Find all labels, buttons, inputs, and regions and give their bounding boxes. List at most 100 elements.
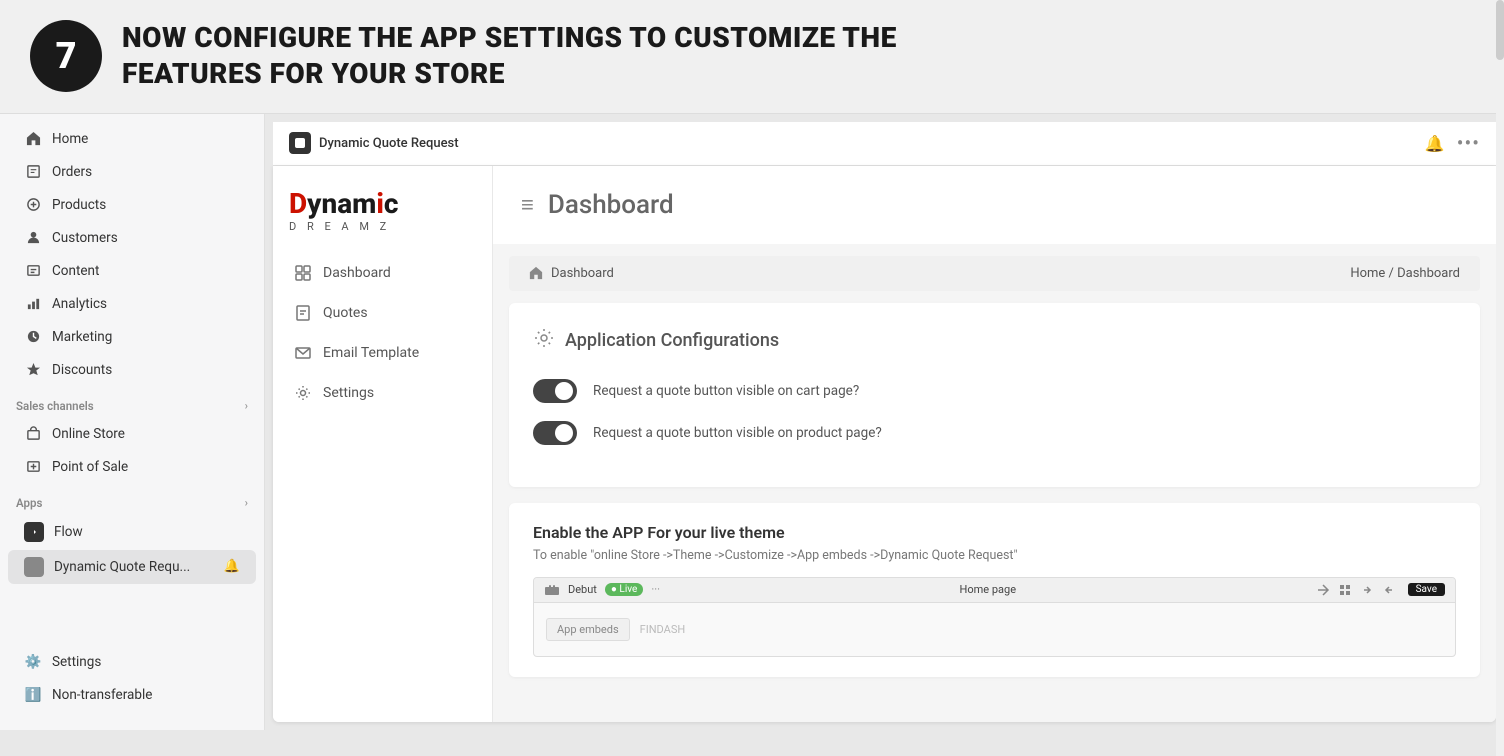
sidebar-item-dynamic-quote-label: Dynamic Quote Requ...: [54, 559, 190, 575]
sidebar-item-marketing-label: Marketing: [52, 329, 112, 345]
sidebar-item-analytics-label: Analytics: [52, 296, 107, 312]
logo-subtitle: D R E A M Z: [289, 220, 476, 233]
logo-ynamic: ynam: [307, 187, 376, 220]
sidebar-item-settings[interactable]: ⚙️ Settings: [8, 646, 256, 678]
shopify-sidebar: Home Orders Products Customers Content: [0, 114, 265, 730]
findash-label: FINDASH: [640, 623, 686, 636]
toggle-row-product: Request a quote button visible on produc…: [533, 421, 1456, 445]
nav-email-icon: [293, 343, 313, 363]
home-icon: [24, 130, 42, 148]
sidebar-item-pos-label: Point of Sale: [52, 459, 128, 475]
live-theme-card: Enable the APP For your live theme To en…: [509, 503, 1480, 677]
content-icon: [24, 262, 42, 280]
cart-toggle[interactable]: [533, 379, 577, 403]
breadcrumb-label: Dashboard: [551, 266, 614, 281]
apps-section: Apps ›: [0, 484, 264, 514]
save-button-preview: Save: [1408, 583, 1445, 596]
app-logo-small: [289, 132, 311, 154]
dashboard-header: ≡ Dashboard: [493, 166, 1496, 244]
sidebar-item-analytics[interactable]: Analytics: [8, 288, 256, 320]
instruction-text: NOW CONFIGURE THE APP SETTINGS TO CUSTOM…: [122, 20, 897, 93]
marketing-icon: [24, 328, 42, 346]
toggle-knob-product: [555, 424, 573, 442]
app-nav-quotes[interactable]: Quotes: [273, 293, 492, 333]
sidebar-item-home[interactable]: Home: [8, 123, 256, 155]
products-icon: [24, 196, 42, 214]
product-toggle[interactable]: [533, 421, 577, 445]
settings-icon: ⚙️: [24, 653, 42, 671]
sidebar-item-discounts-label: Discounts: [52, 362, 112, 378]
live-theme-title: Enable the APP For your live theme: [533, 523, 1456, 542]
config-header: Application Configurations: [533, 327, 1456, 355]
sidebar-item-orders-label: Orders: [52, 164, 92, 180]
step-circle: 7: [30, 20, 102, 92]
sidebar-item-non-transferable-label: Non-transferable: [52, 687, 152, 703]
app-nav-email-template[interactable]: Email Template: [273, 333, 492, 373]
discounts-icon: [24, 361, 42, 379]
live-theme-desc: To enable "online Store ->Theme ->Custom…: [533, 548, 1456, 563]
product-toggle-label: Request a quote button visible on produc…: [593, 425, 882, 441]
online-store-icon: [24, 425, 42, 443]
config-section-icon: [533, 327, 555, 355]
breadcrumb-left: Dashboard: [529, 266, 614, 281]
topbar-more-icon[interactable]: •••: [1457, 131, 1480, 155]
sidebar-item-flow[interactable]: Flow: [8, 515, 256, 549]
theme-preview: Debut ● Live ··· Home page Save App embe…: [533, 577, 1456, 657]
live-badge: ● Live: [605, 583, 643, 596]
nav-email-template-label: Email Template: [323, 345, 419, 361]
app-nav-settings[interactable]: Settings: [273, 373, 492, 413]
more-dots: ···: [651, 583, 660, 596]
sidebar-item-content[interactable]: Content: [8, 255, 256, 287]
app-sidebar: Dynamic D R E A M Z Dashboard Quotes: [273, 166, 493, 722]
main-layout: Home Orders Products Customers Content: [0, 114, 1504, 730]
sidebar-item-non-transferable[interactable]: ℹ️ Non-transferable: [8, 679, 256, 711]
config-card: Application Configurations Request a quo…: [509, 303, 1480, 487]
sidebar-item-customers-label: Customers: [52, 230, 118, 246]
pos-icon: [24, 458, 42, 476]
app-logo: Dynamic D R E A M Z: [273, 182, 492, 253]
orders-icon: [24, 163, 42, 181]
sidebar-item-customers[interactable]: Customers: [8, 222, 256, 254]
sidebar-item-marketing[interactable]: Marketing: [8, 321, 256, 353]
logo-d: D: [289, 187, 307, 220]
dynamic-quote-icon: [24, 557, 44, 577]
non-transferable-icon: ℹ️: [24, 686, 42, 704]
topbar-app-name: Dynamic Quote Request: [319, 136, 459, 151]
nav-quotes-icon: [293, 303, 313, 323]
shopify-topbar: Dynamic Quote Request 🔔 •••: [273, 122, 1496, 166]
app-nav-dashboard[interactable]: Dashboard: [273, 253, 492, 293]
sidebar-item-products-label: Products: [52, 197, 106, 213]
sidebar-item-pos[interactable]: Point of Sale: [8, 451, 256, 483]
sidebar-item-content-label: Content: [52, 263, 99, 279]
debut-label: Debut: [568, 583, 597, 596]
topbar-bell-icon[interactable]: 🔔: [1425, 134, 1445, 153]
sidebar-item-home-label: Home: [52, 131, 88, 147]
sidebar-item-dynamic-quote[interactable]: Dynamic Quote Requ... 🔔: [8, 550, 256, 584]
sidebar-item-discounts[interactable]: Discounts: [8, 354, 256, 386]
sidebar-item-products[interactable]: Products: [8, 189, 256, 221]
nav-quotes-label: Quotes: [323, 305, 368, 321]
nav-dashboard-label: Dashboard: [323, 265, 391, 281]
sidebar-item-online-store-label: Online Store: [52, 426, 125, 442]
analytics-icon: [24, 295, 42, 313]
theme-preview-content: App embeds FINDASH: [534, 603, 1455, 656]
flow-icon: [24, 522, 44, 542]
breadcrumb-bar: Dashboard Home / Dashboard: [509, 256, 1480, 291]
breadcrumb-right: Home / Dashboard: [1350, 266, 1460, 281]
topbar-right: 🔔 •••: [1425, 131, 1480, 155]
customers-icon: [24, 229, 42, 247]
app-main: ≡ Dashboard Dashboard Home / Dashboard: [493, 166, 1496, 722]
sidebar-item-online-store[interactable]: Online Store: [8, 418, 256, 450]
sidebar-item-orders[interactable]: Orders: [8, 156, 256, 188]
toggle-row-cart: Request a quote button visible on cart p…: [533, 379, 1456, 403]
nav-settings-label: Settings: [323, 385, 374, 401]
app-embeds-label: App embeds: [546, 618, 630, 641]
nav-settings-icon: [293, 383, 313, 403]
sidebar-item-settings-label: Settings: [52, 654, 101, 670]
toggle-knob-cart: [555, 382, 573, 400]
sidebar-item-flow-label: Flow: [54, 524, 83, 540]
dashboard-title: Dashboard: [548, 190, 674, 220]
sales-channels-section: Sales channels ›: [0, 387, 264, 417]
logo-c: c: [384, 187, 399, 220]
cart-toggle-label: Request a quote button visible on cart p…: [593, 383, 859, 399]
